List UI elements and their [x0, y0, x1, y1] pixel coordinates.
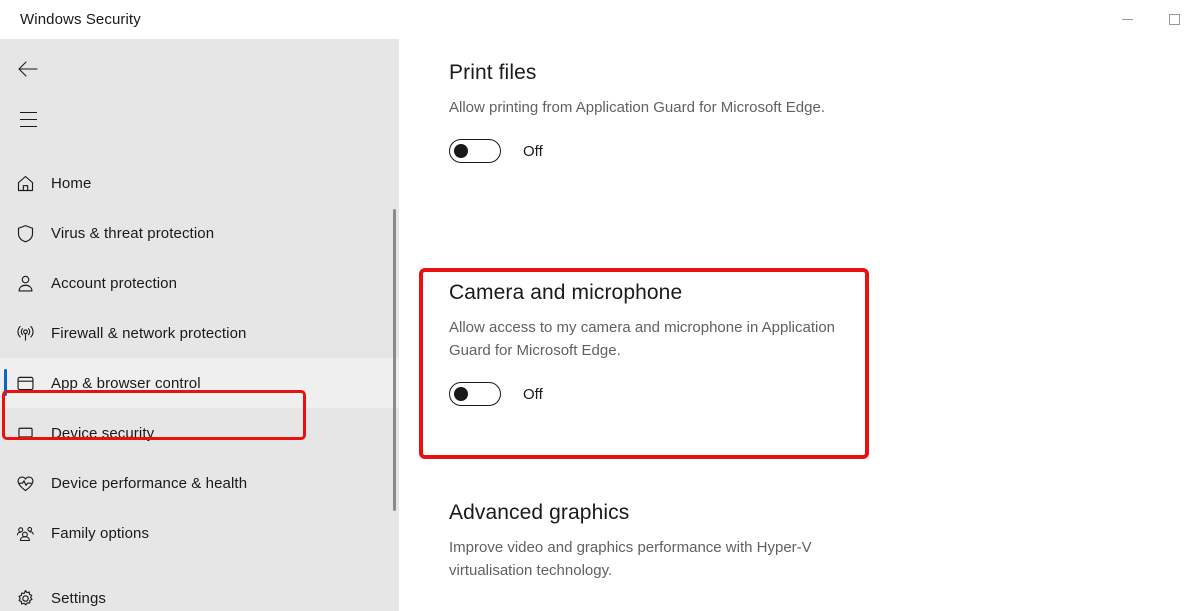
print-files-toggle-row: Off	[449, 139, 825, 163]
navigation-menu-button[interactable]	[8, 101, 48, 137]
section-title: Advanced graphics	[449, 501, 630, 524]
sidebar-item-label: Account protection	[51, 274, 178, 292]
shield-icon	[15, 221, 45, 245]
sidebar-item-label: Home	[51, 174, 92, 192]
sidebar-nav-list: Home Virus & threat protection Account p…	[0, 158, 399, 611]
sidebar-item-firewall-network-protection[interactable]: Firewall & network protection	[0, 308, 399, 358]
print-files-toggle-state: Off	[523, 142, 543, 160]
toggle-knob	[454, 144, 468, 158]
sidebar-item-device-security[interactable]: Device security	[0, 408, 399, 458]
sidebar-item-label: Device security	[51, 424, 155, 442]
person-icon	[15, 271, 45, 295]
sidebar-item-virus-threat-protection[interactable]: Virus & threat protection	[0, 208, 399, 258]
windows-security-window: Windows Security Home Virus & threat pro…	[0, 0, 1198, 611]
sidebar-item-account-protection[interactable]: Account protection	[0, 258, 399, 308]
main-content: Print files Allow printing from Applicat…	[399, 39, 1198, 611]
sidebar-item-label: Virus & threat protection	[51, 224, 215, 242]
sidebar-item-settings[interactable]: Settings	[0, 573, 399, 611]
back-button[interactable]	[8, 51, 48, 87]
sidebar-item-label: Device performance & health	[51, 474, 248, 492]
home-icon	[15, 171, 45, 195]
minimize-icon	[1122, 19, 1133, 20]
window-controls	[1104, 0, 1198, 39]
section-title: Camera and microphone	[449, 281, 683, 304]
sidebar-item-label: Family options	[51, 524, 150, 542]
window-title: Windows Security	[20, 11, 141, 28]
section-advanced-graphics: Advanced graphics Improve video and grap…	[449, 501, 841, 582]
section-description: Allow access to my camera and microphone…	[449, 319, 836, 359]
selection-indicator	[4, 369, 7, 396]
back-arrow-icon	[16, 57, 40, 81]
title-bar: Windows Security	[0, 0, 1198, 39]
sidebar-item-label: Firewall & network protection	[51, 324, 247, 342]
section-print-files: Print files Allow printing from Applicat…	[449, 61, 825, 163]
sidebar-item-app-browser-control[interactable]: App & browser control	[0, 358, 399, 408]
heartbeat-icon	[15, 471, 45, 495]
family-people-icon	[15, 521, 45, 545]
sidebar-item-label: App & browser control	[51, 374, 201, 392]
laptop-icon	[15, 421, 45, 445]
sidebar-item-device-performance-health[interactable]: Device performance & health	[0, 458, 399, 508]
sidebar-item-label: Settings	[51, 589, 106, 607]
section-description: Allow printing from Application Guard fo…	[449, 99, 826, 116]
hamburger-icon-line-1	[19, 111, 37, 113]
sidebar-item-home[interactable]: Home	[0, 158, 399, 208]
hamburger-icon-line-3	[19, 125, 37, 127]
sidebar: Home Virus & threat protection Account p…	[0, 39, 399, 611]
gear-icon	[15, 586, 45, 610]
section-description: Improve video and graphics performance w…	[449, 539, 812, 579]
camera-microphone-toggle[interactable]	[449, 382, 501, 406]
camera-microphone-toggle-state: Off	[523, 385, 543, 403]
app-window-icon	[15, 371, 45, 395]
wifi-signal-icon	[15, 321, 45, 345]
sidebar-item-family-options[interactable]: Family options	[0, 508, 399, 558]
section-camera-and-microphone: Camera and microphone Allow access to my…	[449, 281, 841, 406]
camera-microphone-toggle-row: Off	[449, 382, 841, 406]
maximize-icon	[1169, 14, 1180, 25]
toggle-knob	[454, 387, 468, 401]
section-title: Print files	[449, 61, 537, 84]
maximize-button[interactable]	[1151, 0, 1198, 39]
sidebar-scrollbar[interactable]	[393, 209, 396, 511]
hamburger-icon-line-2	[19, 118, 37, 120]
print-files-toggle[interactable]	[449, 139, 501, 163]
minimize-button[interactable]	[1104, 0, 1151, 39]
